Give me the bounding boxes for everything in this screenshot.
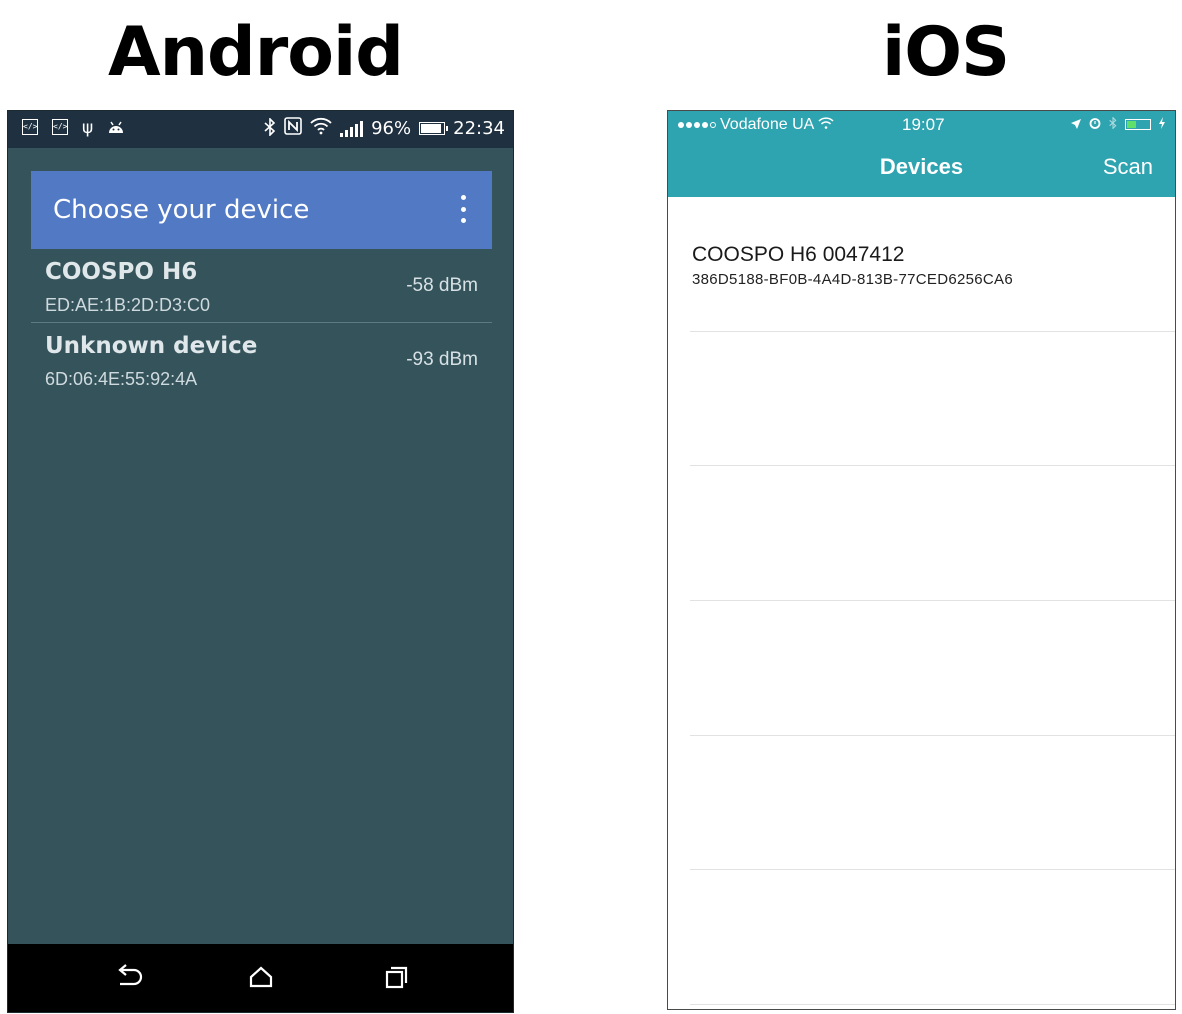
- charging-icon: [1159, 116, 1165, 132]
- ios-heading: iOS: [882, 13, 1010, 92]
- android-icon: [107, 119, 125, 140]
- battery-percent: 96%: [371, 118, 412, 139]
- android-status-bar: </> </> ψ 96% 22:34: [8, 111, 513, 148]
- device-picker-header: Choose your device: [31, 171, 492, 249]
- location-icon: [1071, 116, 1081, 132]
- android-nav-bar: [8, 944, 513, 1012]
- status-time: 19:07: [902, 115, 945, 134]
- table-row[interactable]: COOSPO H6 0047412 386D5188-BF0B-4A4D-813…: [690, 197, 1175, 332]
- table-row: [690, 466, 1175, 601]
- device-list-item[interactable]: COOSPO H6 ED:AE:1B:2D:D3:C0 -58 dBm: [31, 249, 492, 323]
- back-icon[interactable]: [108, 960, 148, 996]
- table-row: [690, 331, 1175, 466]
- device-name: COOSPO H6: [45, 259, 198, 285]
- wifi-icon: [310, 117, 332, 140]
- more-vertical-icon[interactable]: [460, 195, 466, 223]
- usb-icon: ψ: [82, 118, 94, 138]
- battery-icon: [419, 122, 449, 135]
- ios-status-bar: Vodafone UA 19:07: [668, 111, 1175, 139]
- device-name: COOSPO H6 0047412: [692, 243, 905, 266]
- device-uuid: 386D5188-BF0B-4A4D-813B-77CED6256CA6: [692, 271, 1013, 288]
- dialog-title: Choose your device: [53, 195, 310, 225]
- wifi-icon: [818, 116, 834, 134]
- device-rssi: -93 dBm: [406, 349, 478, 370]
- device-rssi: -58 dBm: [406, 275, 478, 296]
- android-screen: </> </> ψ 96% 22:34 Choose your device C…: [7, 110, 514, 1013]
- code-icon: </>: [52, 119, 68, 135]
- recents-icon[interactable]: [376, 960, 416, 996]
- table-row: [690, 601, 1175, 736]
- ios-nav-bar: Vodafone UA 19:07 Devices Scan: [668, 111, 1175, 197]
- scan-button[interactable]: Scan: [1103, 154, 1153, 180]
- device-address: 6D:06:4E:55:92:4A: [45, 369, 198, 389]
- device-list-item[interactable]: Unknown device 6D:06:4E:55:92:4A -93 dBm: [31, 323, 492, 397]
- home-icon[interactable]: [241, 960, 281, 996]
- device-address: ED:AE:1B:2D:D3:C0: [45, 295, 211, 315]
- table-row: [690, 870, 1175, 1005]
- signal-icon: [340, 120, 364, 137]
- device-name: Unknown device: [45, 333, 258, 359]
- battery-icon: [1125, 118, 1151, 130]
- alarm-icon: [1089, 116, 1101, 132]
- nfc-icon: [284, 117, 302, 140]
- android-heading: Android: [108, 13, 404, 92]
- bluetooth-icon: [264, 116, 276, 140]
- code-icon: </>: [22, 119, 38, 135]
- status-time: 22:34: [453, 118, 505, 139]
- page-title: Devices: [879, 154, 964, 179]
- ios-screen: Vodafone UA 19:07 Devices Scan COOSPO H6…: [667, 110, 1176, 1010]
- carrier-name: Vodafone UA: [720, 116, 815, 133]
- signal-dots-icon: [678, 122, 716, 128]
- bluetooth-icon: [1109, 116, 1117, 132]
- table-row: [690, 735, 1175, 870]
